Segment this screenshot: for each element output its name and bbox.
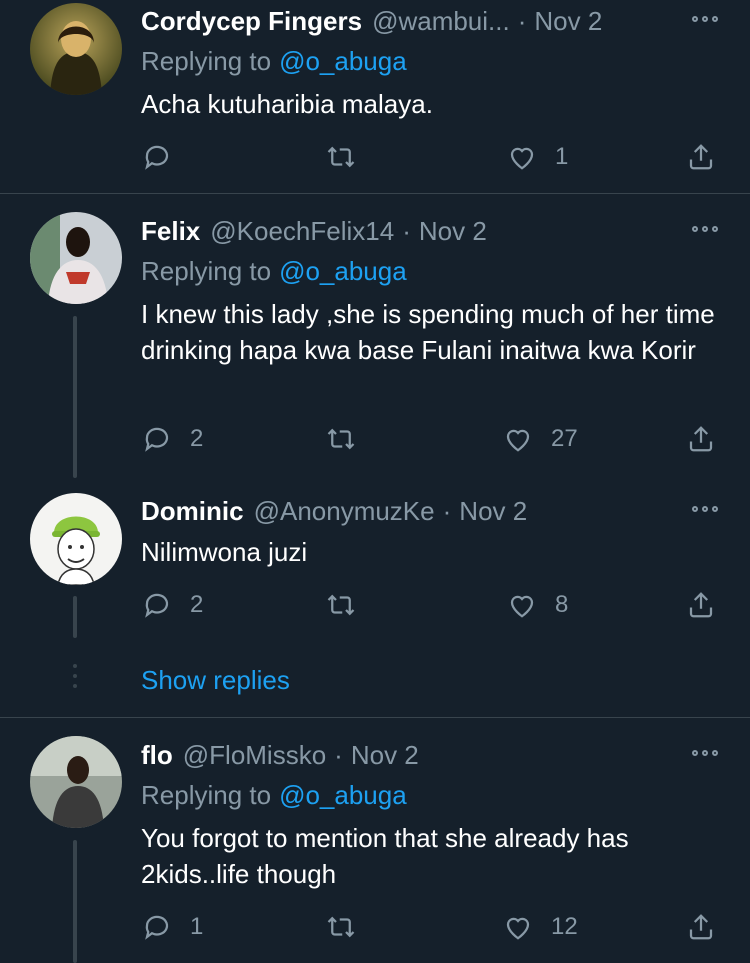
reply-count: 2	[190, 425, 204, 452]
more-icon[interactable]	[692, 747, 718, 759]
reply-count: 2	[190, 591, 204, 618]
share-button[interactable]	[686, 911, 716, 943]
replying-to: Replying to @o_abuga	[141, 45, 407, 77]
tweet-text: Acha kutuharibia malaya.	[141, 89, 433, 119]
tweet-header: Cordycep Fingers @wambui... · Nov 2	[141, 5, 690, 37]
replying-label: Replying to	[141, 780, 272, 810]
tweet-header: Felix @KoechFelix14 · Nov 2	[141, 215, 690, 247]
thread-line	[73, 840, 77, 963]
like-count: 12	[551, 913, 578, 940]
tweet-date[interactable]: Nov 2	[419, 216, 487, 246]
tweet-header: Dominic @AnonymuzKe · Nov 2	[141, 495, 690, 527]
share-button[interactable]	[686, 141, 716, 173]
share-icon	[689, 144, 713, 170]
share-button[interactable]	[686, 423, 716, 455]
display-name[interactable]: Cordycep Fingers	[141, 6, 362, 36]
collapsed-thread-dots	[73, 664, 77, 688]
tweet-date[interactable]: Nov 2	[459, 496, 527, 526]
reply-feed: Cordycep Fingers @wambui... · Nov 2 Replyin…	[0, 0, 750, 963]
tweet-date[interactable]: Nov 2	[534, 6, 602, 36]
avatar[interactable]	[30, 212, 122, 304]
divider	[0, 193, 750, 194]
tweet-text: You forgot to mention that she already h…	[141, 823, 629, 889]
tweet-actions: 1 12	[0, 911, 750, 943]
display-name[interactable]: flo	[141, 740, 173, 770]
reply-button[interactable]: 2	[142, 423, 203, 455]
like-button[interactable]: 27	[503, 423, 578, 455]
more-icon[interactable]	[692, 223, 718, 235]
separator-dot: ·	[334, 740, 343, 770]
display-name[interactable]: Dominic	[141, 496, 244, 526]
user-handle[interactable]: @AnonymuzKe	[254, 496, 435, 526]
reply-button[interactable]: 2	[142, 589, 203, 621]
reply-icon	[145, 915, 169, 940]
more-icon[interactable]	[692, 13, 718, 25]
like-count: 8	[555, 591, 569, 618]
retweet-icon	[327, 146, 355, 168]
show-replies-link[interactable]: Show replies	[141, 664, 290, 696]
separator-dot: ·	[517, 6, 527, 36]
retweet-button[interactable]	[326, 589, 356, 621]
replying-label: Replying to	[141, 46, 272, 76]
user-handle[interactable]: @KoechFelix14	[210, 216, 394, 246]
retweet-button[interactable]	[326, 911, 356, 943]
like-icon	[506, 917, 530, 940]
retweet-icon	[327, 916, 355, 938]
share-button[interactable]	[686, 589, 716, 621]
reply-icon	[145, 145, 169, 170]
replying-to: Replying to @o_abuga	[141, 779, 407, 811]
like-icon	[510, 147, 534, 170]
like-button[interactable]: 1	[507, 141, 568, 173]
like-count: 27	[551, 425, 578, 452]
separator-dot: ·	[402, 216, 411, 246]
tweet-header: flo @FloMissko · Nov 2	[141, 739, 690, 771]
more-icon[interactable]	[692, 503, 718, 515]
user-handle[interactable]: @FloMissko	[183, 740, 326, 770]
replying-handle[interactable]: @o_abuga	[279, 256, 407, 286]
separator-dot: ·	[442, 496, 452, 526]
retweet-icon	[327, 428, 355, 450]
retweet-button[interactable]	[326, 141, 356, 173]
tweet-actions: 1	[0, 141, 750, 173]
replying-label: Replying to	[141, 256, 272, 286]
retweet-button[interactable]	[326, 423, 356, 455]
reply-button[interactable]: 1	[142, 911, 203, 943]
share-icon	[689, 914, 713, 940]
like-button[interactable]: 12	[503, 911, 578, 943]
tweet-actions: 2 27	[0, 423, 750, 455]
display-name[interactable]: Felix	[141, 216, 200, 246]
tweet-text: Nilimwona juzi	[141, 537, 308, 567]
user-handle[interactable]: @wambui...	[372, 6, 510, 36]
tweet-text: I knew this lady ,she is spending much o…	[141, 299, 715, 365]
avatar[interactable]	[30, 493, 122, 585]
like-icon	[510, 595, 534, 618]
replying-handle[interactable]: @o_abuga	[279, 46, 407, 76]
divider	[0, 717, 750, 718]
replying-handle[interactable]: @o_abuga	[279, 780, 407, 810]
share-icon	[689, 592, 713, 618]
reply-icon	[145, 593, 169, 618]
share-icon	[689, 426, 713, 452]
reply-count: 1	[190, 913, 204, 940]
retweet-icon	[327, 594, 355, 616]
tweet-date[interactable]: Nov 2	[351, 740, 419, 770]
replying-to: Replying to @o_abuga	[141, 255, 407, 287]
reply-icon	[145, 427, 169, 452]
tweet-actions: 2 8	[0, 589, 750, 621]
like-icon	[506, 429, 530, 452]
like-count: 1	[555, 143, 569, 170]
reply-button[interactable]	[142, 141, 190, 173]
like-button[interactable]: 8	[507, 589, 568, 621]
avatar[interactable]	[30, 736, 122, 828]
avatar[interactable]	[30, 3, 122, 95]
